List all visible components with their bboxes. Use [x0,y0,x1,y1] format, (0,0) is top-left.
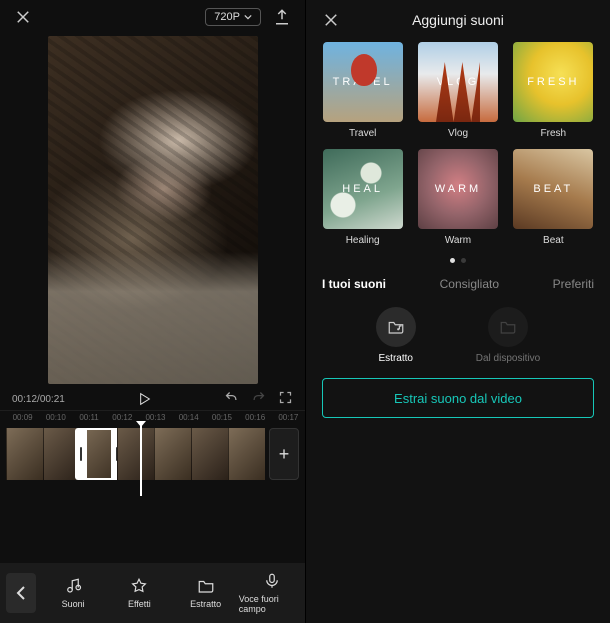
clip-strip[interactable]: + [6,428,299,480]
folder-icon [197,577,215,595]
genre-beat[interactable]: BEAT Beat [511,149,596,246]
play-button[interactable] [75,391,214,407]
music-note-icon [64,577,82,595]
redo-button[interactable] [251,390,266,408]
video-preview[interactable] [48,36,258,384]
clip-thumb-selected[interactable] [80,428,117,480]
genre-thumb: FRESH [513,42,593,122]
play-icon [136,391,152,407]
sound-tabs: I tuoi suoni Consigliato Preferiti [306,271,610,301]
back-button[interactable] [6,573,36,613]
folder-icon [499,318,517,336]
editor-top-bar: 720P [0,0,305,34]
playhead[interactable] [140,424,142,496]
timeline-track[interactable]: + [0,424,305,496]
tab-your-sounds[interactable]: I tuoi suoni [322,277,386,291]
genre-thumb: TRAVEL [323,42,403,122]
tab-recommended[interactable]: Consigliato [440,277,499,291]
genre-thumb: BEAT [513,149,593,229]
genre-fresh[interactable]: FRESH Fresh [511,42,596,139]
tool-voiceover[interactable]: Voce fuori campo [239,572,305,614]
chevron-down-icon [244,13,252,21]
clip-thumb[interactable] [117,428,154,480]
undo-icon [224,390,239,405]
resolution-selector[interactable]: 720P [205,8,261,26]
transport-bar: 00:12/00:21 [0,384,305,410]
chevron-left-icon [16,586,26,600]
close-icon[interactable] [12,6,34,28]
microphone-icon [263,572,281,590]
trim-handle-left[interactable] [75,428,87,480]
genre-warm[interactable]: WARM Warm [415,149,500,246]
folder-music-icon [387,318,405,336]
sounds-top-bar: Aggiungi suoni [306,0,610,40]
genre-healing[interactable]: HEAL Healing [320,149,405,246]
fullscreen-button[interactable] [278,390,293,408]
add-sounds-pane: Aggiungi suoni TRAVEL Travel VLOG Vlog F… [305,0,610,623]
panel-title: Aggiungi suoni [342,12,574,28]
resolution-label: 720P [214,11,240,23]
genre-grid: TRAVEL Travel VLOG Vlog FRESH Fresh HEAL… [306,40,610,246]
video-editor-pane: 720P 00:12/00:21 00:09 00:10 00:11 00:12… [0,0,305,623]
genre-thumb: WARM [418,149,498,229]
tool-sounds[interactable]: Suoni [40,577,106,609]
redo-icon [251,390,266,405]
genre-thumb: HEAL [323,149,403,229]
extract-sound-button[interactable]: Estrai suono dal video [322,378,594,418]
time-display: 00:12/00:21 [12,394,65,405]
genre-travel[interactable]: TRAVEL Travel [320,42,405,139]
dot-1[interactable] [450,258,455,263]
export-icon[interactable] [271,6,293,28]
genre-thumb: VLOG [418,42,498,122]
clip-thumb[interactable] [228,428,265,480]
timeline-ruler[interactable]: 00:09 00:10 00:11 00:12 00:13 00:14 00:1… [0,410,305,424]
source-extracted[interactable]: Estratto [376,307,416,364]
clip-thumb[interactable] [154,428,191,480]
clip-thumb[interactable] [6,428,43,480]
star-icon [130,577,148,595]
add-clip-button[interactable]: + [269,428,299,480]
undo-button[interactable] [224,390,239,408]
clip-thumb[interactable] [191,428,228,480]
genre-vlog[interactable]: VLOG Vlog [415,42,500,139]
sound-sources: Estratto Dal dispositivo [306,307,610,364]
tool-effects[interactable]: Effetti [106,577,172,609]
close-icon[interactable] [320,9,342,31]
tab-favorites[interactable]: Preferiti [553,277,594,291]
page-dots[interactable] [306,258,610,263]
bottom-toolbar: Suoni Effetti Estratto Voce fuori campo [0,563,305,623]
fullscreen-icon [278,390,293,405]
dot-2[interactable] [461,258,466,263]
tool-extract[interactable]: Estratto [173,577,239,609]
source-device[interactable]: Dal dispositivo [476,307,540,364]
